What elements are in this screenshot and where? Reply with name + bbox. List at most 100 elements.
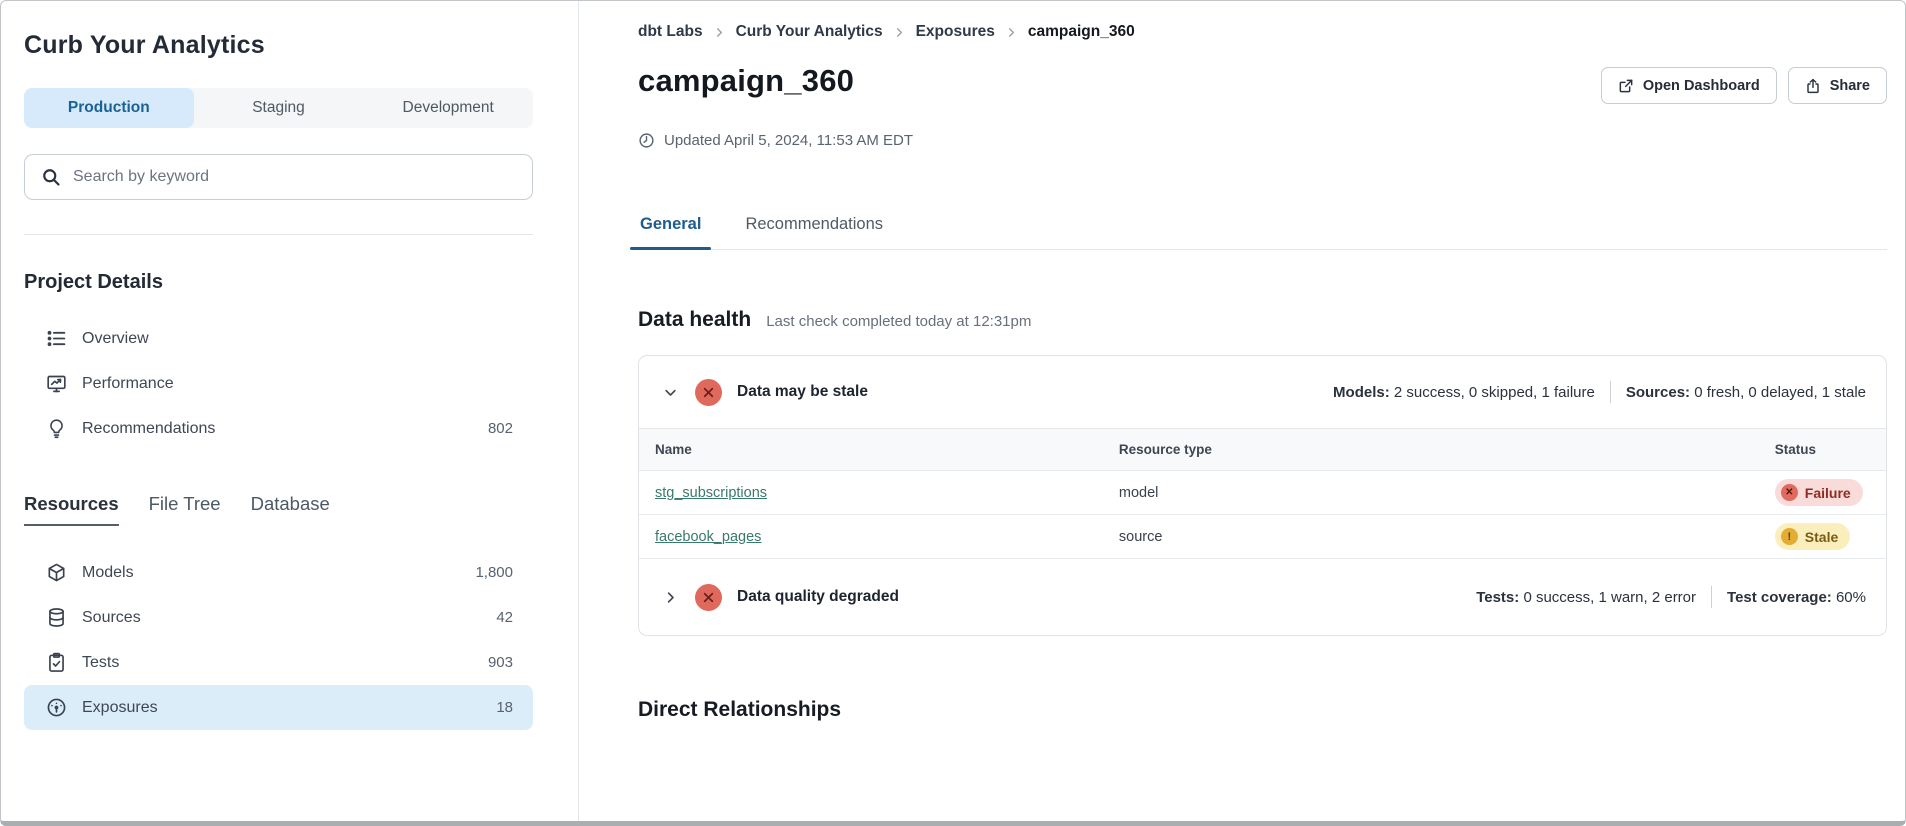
- stale-section-left: Data may be stale: [661, 379, 868, 406]
- breadcrumb-item-exposures[interactable]: Exposures: [916, 23, 995, 41]
- sidebar-item-overview[interactable]: Overview: [24, 316, 533, 361]
- sidebar-item-label: Sources: [82, 609, 141, 627]
- search-input[interactable]: [73, 168, 516, 186]
- project-details-heading: Project Details: [24, 271, 533, 294]
- tab-general[interactable]: General: [638, 215, 703, 249]
- models-stat: Models: 2 success, 0 skipped, 1 failure: [1333, 384, 1595, 401]
- environment-switcher: Production Staging Development: [24, 88, 533, 128]
- main-content: dbt Labs Curb Your Analytics Exposures c…: [579, 1, 1905, 821]
- status-badge-stale: ! Stale: [1775, 523, 1850, 550]
- status-badge-failure: ✕ Failure: [1775, 479, 1863, 506]
- breadcrumb: dbt Labs Curb Your Analytics Exposures c…: [638, 23, 1887, 41]
- warning-circle-icon: !: [1781, 528, 1798, 545]
- data-health-card: Data may be stale Models: 2 success, 0 s…: [638, 355, 1887, 636]
- tab-recommendations[interactable]: Recommendations: [743, 215, 885, 249]
- coverage-stat-value: 60%: [1836, 589, 1866, 606]
- sidebar-item-models[interactable]: Models 1,800: [24, 550, 533, 595]
- column-header-name: Name: [639, 429, 1103, 471]
- table-row: facebook_pages source ! Stale: [639, 515, 1886, 559]
- error-circle-icon: [695, 379, 722, 406]
- sidebar-item-exposures[interactable]: Exposures 18: [24, 685, 533, 730]
- status-badge-label: Stale: [1805, 529, 1838, 545]
- sidebar-item-recommendations[interactable]: Recommendations 802: [24, 406, 533, 451]
- breadcrumb-item-project[interactable]: Curb Your Analytics: [736, 23, 883, 41]
- resource-type-cell: model: [1103, 471, 1759, 515]
- sidebar-item-tests[interactable]: Tests 903: [24, 640, 533, 685]
- status-badge-label: Failure: [1805, 485, 1851, 501]
- sidebar-item-performance[interactable]: Performance: [24, 361, 533, 406]
- sidebar: Curb Your Analytics Production Staging D…: [1, 1, 579, 821]
- share-label: Share: [1830, 78, 1870, 94]
- tab-resources[interactable]: Resources: [24, 493, 119, 526]
- stat-divider: [1711, 586, 1712, 608]
- clock-icon: [638, 132, 655, 149]
- share-icon: [1805, 78, 1821, 94]
- list-icon: [46, 328, 67, 349]
- page-header: campaign_360 Open Dashboard: [638, 63, 1887, 104]
- search-box[interactable]: [24, 154, 533, 200]
- quality-section-stats: Tests: 0 success, 1 warn, 2 error Test c…: [1476, 586, 1866, 608]
- table-header-row: Name Resource type Status: [639, 429, 1886, 471]
- item-count: 903: [488, 654, 513, 671]
- gauge-icon: [46, 697, 67, 718]
- cube-icon: [46, 562, 67, 583]
- quality-section-title: Data quality degraded: [737, 588, 899, 606]
- chevron-right-icon: [714, 27, 725, 38]
- env-tab-development[interactable]: Development: [363, 88, 533, 128]
- x-circle-icon: ✕: [1781, 484, 1798, 501]
- item-count: 802: [488, 420, 513, 437]
- sidebar-item-label: Models: [82, 564, 134, 582]
- sidebar-item-sources[interactable]: Sources 42: [24, 595, 533, 640]
- chevron-right-icon: [1006, 27, 1017, 38]
- data-health-title: Data health: [638, 308, 751, 332]
- chevron-right-icon[interactable]: [661, 588, 680, 607]
- resources-nav: Models 1,800 Sources 42 Te: [24, 550, 533, 730]
- coverage-stat-label: Test coverage:: [1727, 589, 1832, 606]
- quality-section-left: Data quality degraded: [661, 584, 899, 611]
- stale-section-header[interactable]: Data may be stale Models: 2 success, 0 s…: [639, 356, 1886, 428]
- open-dashboard-label: Open Dashboard: [1643, 78, 1760, 94]
- env-tab-staging[interactable]: Staging: [194, 88, 364, 128]
- resource-view-tabs: Resources File Tree Database: [24, 493, 533, 526]
- resource-type-cell: source: [1103, 515, 1759, 559]
- tests-stat: Tests: 0 success, 1 warn, 2 error: [1476, 589, 1696, 606]
- resource-link-facebook-pages[interactable]: facebook_pages: [655, 529, 761, 545]
- data-health-header: Data health Last check completed today a…: [638, 308, 1887, 332]
- sidebar-item-label: Overview: [82, 330, 149, 348]
- tab-file-tree[interactable]: File Tree: [149, 493, 221, 524]
- item-count: 42: [496, 609, 513, 626]
- error-circle-icon: [695, 584, 722, 611]
- page-title: campaign_360: [638, 63, 854, 99]
- lightbulb-icon: [46, 418, 67, 439]
- external-link-icon: [1618, 78, 1634, 94]
- sources-stat-label: Sources:: [1626, 384, 1690, 401]
- data-health-subtitle: Last check completed today at 12:31pm: [766, 313, 1031, 330]
- updated-text: Updated April 5, 2024, 11:53 AM EDT: [664, 132, 913, 149]
- sidebar-item-label: Tests: [82, 654, 119, 672]
- page-tabs: General Recommendations: [638, 215, 1887, 250]
- updated-timestamp: Updated April 5, 2024, 11:53 AM EDT: [638, 132, 1887, 149]
- tab-database[interactable]: Database: [251, 493, 330, 524]
- database-icon: [46, 607, 67, 628]
- sidebar-item-label: Performance: [82, 375, 174, 393]
- quality-section-header[interactable]: Data quality degraded Tests: 0 success, …: [639, 559, 1886, 635]
- chevron-down-icon[interactable]: [661, 383, 680, 402]
- models-stat-label: Models:: [1333, 384, 1390, 401]
- stale-section-stats: Models: 2 success, 0 skipped, 1 failure …: [1333, 381, 1866, 403]
- tests-stat-value: 0 success, 1 warn, 2 error: [1523, 589, 1696, 606]
- resource-link-stg-subscriptions[interactable]: stg_subscriptions: [655, 485, 767, 501]
- breadcrumb-item-current: campaign_360: [1028, 23, 1135, 41]
- project-details-nav: Overview Performance Recomm: [24, 316, 533, 451]
- breadcrumb-item-dbt-labs[interactable]: dbt Labs: [638, 23, 703, 41]
- env-tab-production[interactable]: Production: [24, 88, 194, 128]
- tests-stat-label: Tests:: [1476, 589, 1519, 606]
- coverage-stat: Test coverage: 60%: [1727, 589, 1866, 606]
- table-row: stg_subscriptions model ✕ Failure: [639, 471, 1886, 515]
- column-header-status: Status: [1759, 429, 1886, 471]
- sources-stat-value: 0 fresh, 0 delayed, 1 stale: [1694, 384, 1866, 401]
- models-stat-value: 2 success, 0 skipped, 1 failure: [1394, 384, 1595, 401]
- chevron-right-icon: [894, 27, 905, 38]
- open-dashboard-button[interactable]: Open Dashboard: [1601, 67, 1777, 104]
- share-button[interactable]: Share: [1788, 67, 1887, 104]
- item-count: 1,800: [475, 564, 513, 581]
